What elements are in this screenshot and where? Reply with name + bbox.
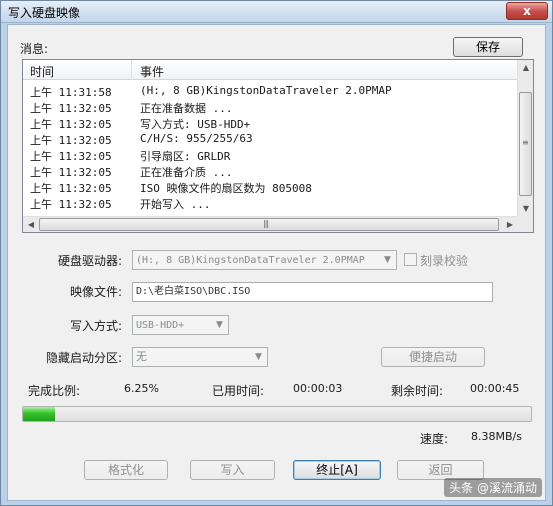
write-button: 写入 xyxy=(190,460,275,480)
close-button[interactable]: x xyxy=(506,2,548,20)
speed-label: 速度: xyxy=(420,432,449,446)
vertical-scroll-thumb[interactable]: ≡ xyxy=(519,92,532,196)
column-event[interactable]: 事件 xyxy=(140,63,164,80)
grip-icon: ||| xyxy=(263,219,269,228)
write-progress-bar xyxy=(22,406,532,422)
back-button: 返回 xyxy=(397,460,484,480)
dialog-body: 消息: 保存 时间 事件 上午 11:31:58 (H:, 8 GB)Kingst… xyxy=(7,24,546,501)
log-row[interactable]: 上午 11:32:05 ISO 映像文件的扇区数为 805008 xyxy=(23,179,518,195)
remaining-value: 00:00:45 xyxy=(470,382,520,395)
hidden-partition-value: 无 xyxy=(136,350,147,363)
elapsed-label: 已用时间: xyxy=(212,384,265,398)
scroll-corner xyxy=(517,216,533,232)
message-log-list[interactable]: 时间 事件 上午 11:31:58 (H:, 8 GB)KingstonDataT… xyxy=(22,59,534,233)
watermark-text: 头条 @溪流涌动 xyxy=(444,478,542,497)
column-divider[interactable] xyxy=(131,60,132,80)
chevron-down-icon: ▼ xyxy=(384,255,391,265)
scroll-right-icon[interactable]: ▶ xyxy=(502,217,518,233)
log-row[interactable]: 上午 11:32:05 正在准备数据 ... xyxy=(23,99,518,115)
verify-label: 刻录校验 xyxy=(420,254,469,268)
log-row[interactable]: 上午 11:31:58 (H:, 8 GB)KingstonDataTravele… xyxy=(23,83,518,99)
chevron-down-icon: ▼ xyxy=(216,320,223,330)
column-time[interactable]: 时间 xyxy=(30,63,54,80)
elapsed-value: 00:00:03 xyxy=(293,382,343,395)
log-event: 开始写入 ... xyxy=(140,198,211,211)
write-mode-value: USB-HDD+ xyxy=(136,320,185,331)
horizontal-scroll-thumb[interactable]: ||| xyxy=(39,218,499,231)
percent-value: 6.25% xyxy=(124,382,159,395)
log-time: 上午 11:32:05 xyxy=(30,182,112,195)
scroll-up-icon[interactable]: ▲ xyxy=(518,60,534,76)
log-event: 写入方式: USB-HDD+ xyxy=(140,118,251,131)
scroll-left-icon[interactable]: ◀ xyxy=(23,217,39,233)
write-mode-label: 写入方式: xyxy=(70,319,123,333)
log-time: 上午 11:32:05 xyxy=(30,102,112,115)
format-button: 格式化 xyxy=(84,460,168,480)
log-row[interactable]: 上午 11:32:05 写入方式: USB-HDD+ xyxy=(23,115,518,131)
write-mode-select: USB-HDD+ ▼ xyxy=(132,315,229,335)
window-title: 写入硬盘映像 xyxy=(8,6,81,20)
log-event: 正在准备介质 ... xyxy=(140,166,233,179)
log-time: 上午 11:32:05 xyxy=(30,198,112,211)
log-event: C/H/S: 955/255/63 xyxy=(140,132,253,145)
progress-fill xyxy=(23,407,55,421)
log-column-header: 时间 事件 xyxy=(23,60,518,80)
percent-label: 完成比例: xyxy=(28,384,81,398)
log-time: 上午 11:32:05 xyxy=(30,150,112,163)
log-row[interactable]: 上午 11:32:05 开始写入 ... xyxy=(23,195,518,211)
save-button[interactable]: 保存 xyxy=(453,37,523,57)
drive-value: (H:, 8 GB)KingstonDataTraveler 2.0PMAP xyxy=(136,255,365,266)
messages-label: 消息: xyxy=(20,42,49,56)
log-event: (H:, 8 GB)KingstonDataTraveler 2.0PMAP xyxy=(140,84,392,97)
chevron-down-icon: ▼ xyxy=(255,352,262,362)
log-row[interactable]: 上午 11:32:05 正在准备介质 ... xyxy=(23,163,518,179)
log-row[interactable]: 上午 11:32:05 C/H/S: 955/255/63 xyxy=(23,131,518,147)
log-event: 正在准备数据 ... xyxy=(140,102,233,115)
image-file-field[interactable]: D:\老白菜ISO\DBC.ISO xyxy=(132,282,493,302)
log-row[interactable]: 上午 11:32:05 引导扇区: GRLDR xyxy=(23,147,518,163)
grip-icon: ≡ xyxy=(522,138,529,147)
verify-checkbox xyxy=(404,253,417,266)
title-bar[interactable]: 写入硬盘映像 x xyxy=(1,1,552,23)
quick-boot-button: 便捷启动 xyxy=(381,347,485,367)
scroll-down-icon[interactable]: ▼ xyxy=(518,201,534,217)
drive-label: 硬盘驱动器: xyxy=(58,254,123,268)
log-event: ISO 映像文件的扇区数为 805008 xyxy=(140,182,312,195)
vertical-scrollbar[interactable]: ▲ ≡ ▼ xyxy=(517,60,533,217)
log-time: 上午 11:32:05 xyxy=(30,166,112,179)
drive-select: (H:, 8 GB)KingstonDataTraveler 2.0PMAP ▼ xyxy=(132,250,397,270)
speed-value: 8.38MB/s xyxy=(471,430,522,443)
image-file-label: 映像文件: xyxy=(70,285,123,299)
log-event: 引导扇区: GRLDR xyxy=(140,150,231,163)
write-disk-image-window: 写入硬盘映像 x 消息: 保存 时间 事件 上午 11:31:58 (H:, 8 … xyxy=(0,0,553,506)
log-time: 上午 11:32:05 xyxy=(30,118,112,131)
stop-button[interactable]: 终止[A] xyxy=(293,460,381,480)
log-time: 上午 11:31:58 xyxy=(30,86,112,99)
close-icon: x xyxy=(523,4,531,18)
hidden-partition-select: 无 ▼ xyxy=(132,347,268,367)
log-time: 上午 11:32:05 xyxy=(30,134,112,147)
remaining-label: 剩余时间: xyxy=(391,384,444,398)
horizontal-scrollbar[interactable]: ◀ ||| ▶ xyxy=(23,216,518,232)
hidden-partition-label: 隐藏启动分区: xyxy=(46,351,123,365)
